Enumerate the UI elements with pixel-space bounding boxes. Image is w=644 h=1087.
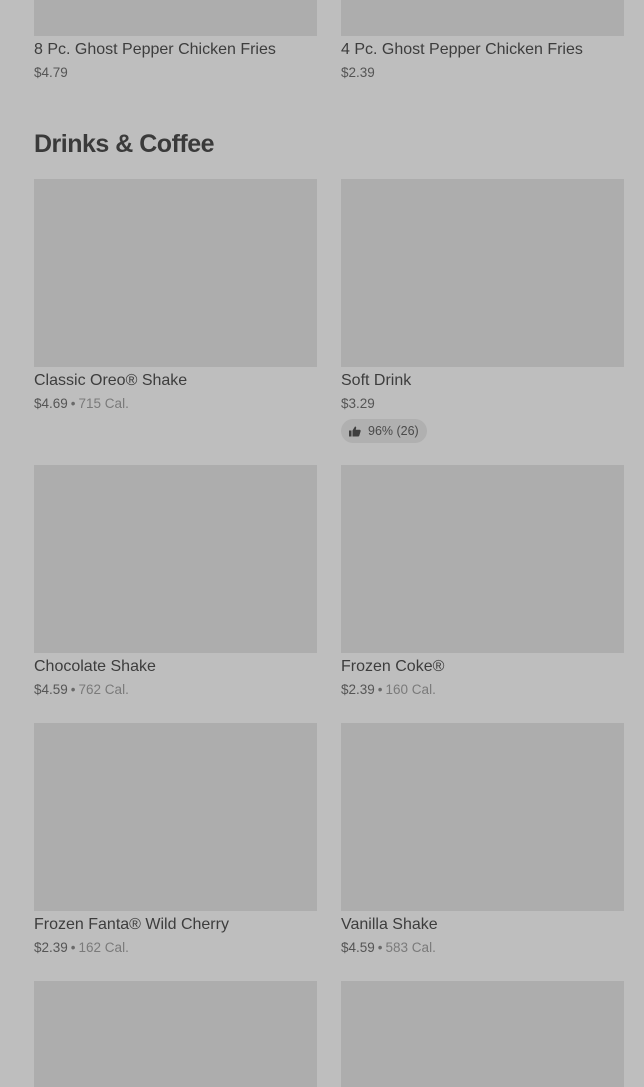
item-image[interactable]: [34, 179, 317, 367]
item-meta: $4.79: [34, 65, 317, 81]
item-price: $4.59: [341, 940, 375, 955]
rating-badge: 96% (26): [341, 419, 427, 443]
item-meta: $2.39 • 160 Cal.: [341, 682, 624, 698]
menu-item-4pc-ghost-pepper-fries[interactable]: 4 Pc. Ghost Pepper Chicken Fries $2.39: [341, 0, 624, 81]
rating-text: 96% (26): [368, 424, 419, 438]
item-image[interactable]: [341, 981, 624, 1087]
item-price: $4.79: [34, 65, 68, 80]
item-meta: $4.69 • 715 Cal.: [34, 396, 317, 412]
separator-dot: •: [70, 396, 76, 411]
item-price: $3.29: [341, 396, 375, 411]
item-image[interactable]: [34, 723, 317, 911]
item-calories: 162 Cal.: [78, 940, 129, 955]
item-name: 4 Pc. Ghost Pepper Chicken Fries: [341, 41, 583, 58]
item-image[interactable]: [341, 179, 624, 367]
item-calories: 715 Cal.: [78, 396, 129, 411]
menu-item-partial-right[interactable]: [341, 981, 624, 1087]
separator-dot: •: [377, 682, 383, 697]
item-name: Frozen Fanta® Wild Cherry: [34, 916, 229, 933]
item-image[interactable]: [34, 981, 317, 1087]
item-image[interactable]: [34, 465, 317, 653]
item-image[interactable]: [341, 465, 624, 653]
separator-dot: •: [377, 940, 383, 955]
item-meta: $2.39: [341, 65, 624, 81]
menu-item-chocolate-shake[interactable]: Chocolate Shake $4.59 • 762 Cal.: [34, 465, 317, 698]
separator-dot: •: [70, 940, 76, 955]
item-price: $2.39: [341, 682, 375, 697]
item-name: Vanilla Shake: [341, 916, 438, 933]
item-name: Soft Drink: [341, 372, 412, 389]
thumbs-up-icon: [349, 426, 361, 436]
menu-item-frozen-coke[interactable]: Frozen Coke® $2.39 • 160 Cal.: [341, 465, 624, 698]
item-meta: $4.59 • 762 Cal.: [34, 682, 317, 698]
menu-item-8pc-ghost-pepper-fries[interactable]: 8 Pc. Ghost Pepper Chicken Fries $4.79: [34, 0, 317, 81]
item-price: $4.59: [34, 682, 68, 697]
menu-item-soft-drink[interactable]: Soft Drink $3.29 96% (26): [341, 179, 624, 443]
item-price: $4.69: [34, 396, 68, 411]
item-calories: 160 Cal.: [385, 682, 436, 697]
item-name: Chocolate Shake: [34, 658, 156, 675]
item-meta: $4.59 • 583 Cal.: [341, 940, 624, 956]
item-price: $2.39: [341, 65, 375, 80]
item-meta: $3.29: [341, 396, 624, 412]
item-name: 8 Pc. Ghost Pepper Chicken Fries: [34, 41, 276, 58]
menu-item-vanilla-shake[interactable]: Vanilla Shake $4.59 • 583 Cal.: [341, 723, 624, 956]
item-calories: 583 Cal.: [385, 940, 436, 955]
item-calories: 762 Cal.: [78, 682, 129, 697]
item-image[interactable]: [34, 0, 317, 36]
section-title: Drinks & Coffee: [34, 130, 215, 158]
item-image[interactable]: [341, 723, 624, 911]
menu-item-classic-oreo-shake[interactable]: Classic Oreo® Shake $4.69 • 715 Cal.: [34, 179, 317, 412]
item-image[interactable]: [341, 0, 624, 36]
item-name: Frozen Coke®: [341, 658, 445, 675]
item-meta: $2.39 • 162 Cal.: [34, 940, 317, 956]
item-price: $2.39: [34, 940, 68, 955]
item-name: Classic Oreo® Shake: [34, 372, 188, 389]
separator-dot: •: [70, 682, 76, 697]
menu-item-frozen-fanta-wild-cherry[interactable]: Frozen Fanta® Wild Cherry $2.39 • 162 Cal.: [34, 723, 317, 956]
menu-item-partial-left[interactable]: [34, 981, 317, 1087]
